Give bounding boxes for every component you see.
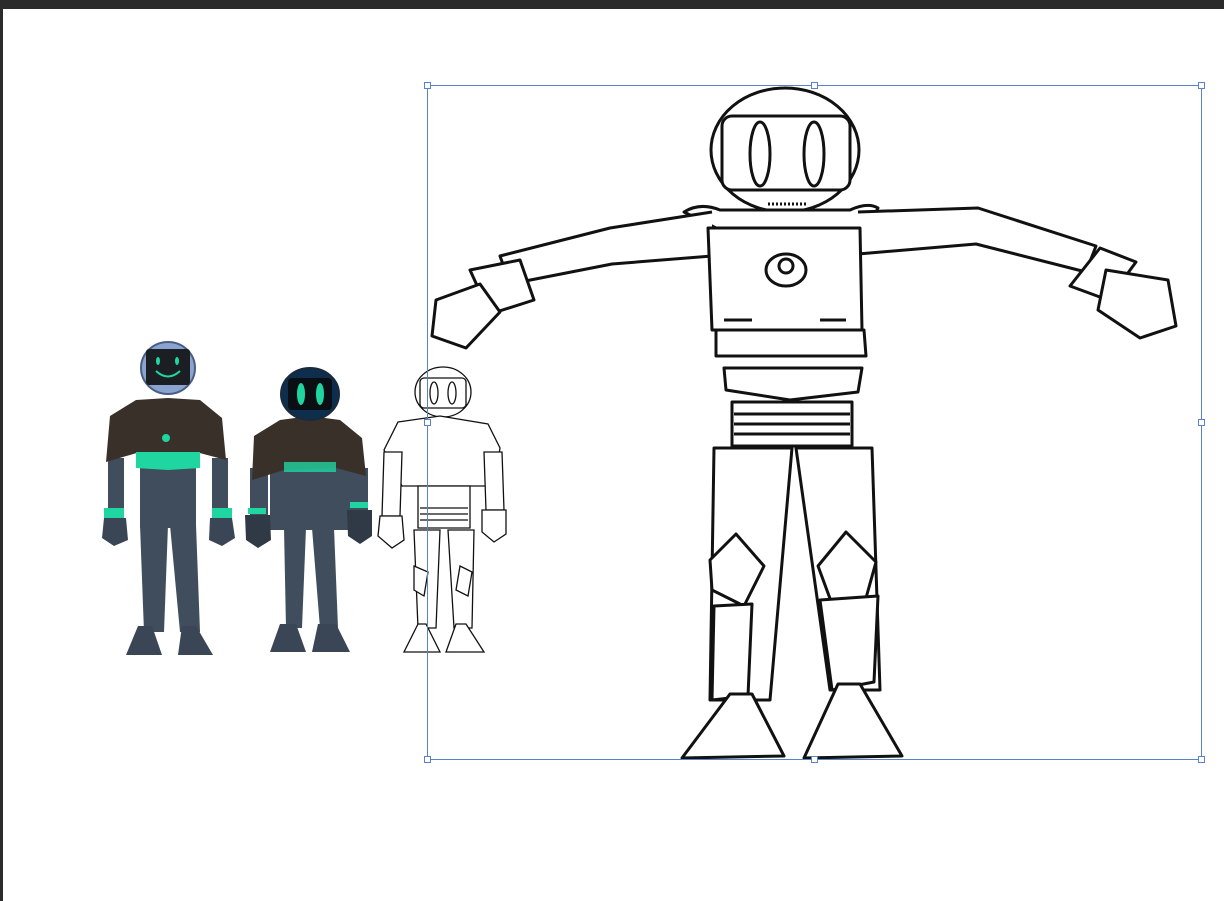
robot-lineart-small[interactable]: [377, 366, 507, 653]
resize-handle-top-left[interactable]: [424, 82, 431, 89]
resize-handle-bottom-left[interactable]: [424, 756, 431, 763]
resize-handle-bottom-middle[interactable]: [811, 756, 818, 763]
resize-handle-middle-left[interactable]: [424, 419, 431, 426]
resize-handle-bottom-right[interactable]: [1198, 756, 1205, 763]
robot-colored-oval-eyes[interactable]: [245, 367, 372, 652]
resize-handle-top-middle[interactable]: [811, 82, 818, 89]
artwork-layer: [102, 86, 1178, 760]
resize-handle-middle-right[interactable]: [1198, 419, 1205, 426]
robot-lineart-tpose[interactable]: [430, 86, 1178, 760]
robot-colored-smile[interactable]: [102, 341, 235, 655]
resize-handle-top-right[interactable]: [1198, 82, 1205, 89]
